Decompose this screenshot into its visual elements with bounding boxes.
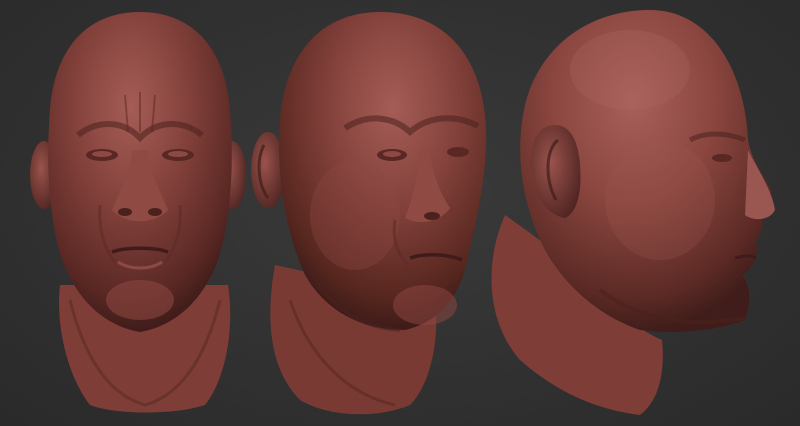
tq-face xyxy=(279,12,487,330)
profile-view-head xyxy=(491,10,775,415)
sculpt-render-canvas xyxy=(0,0,800,426)
head-sculpt-render xyxy=(30,10,775,415)
front-view-head xyxy=(30,12,246,413)
profile-eye xyxy=(712,154,732,162)
tq-right-eye xyxy=(447,147,469,157)
three-quarter-view-head xyxy=(251,12,487,415)
profile-nose xyxy=(745,150,775,220)
